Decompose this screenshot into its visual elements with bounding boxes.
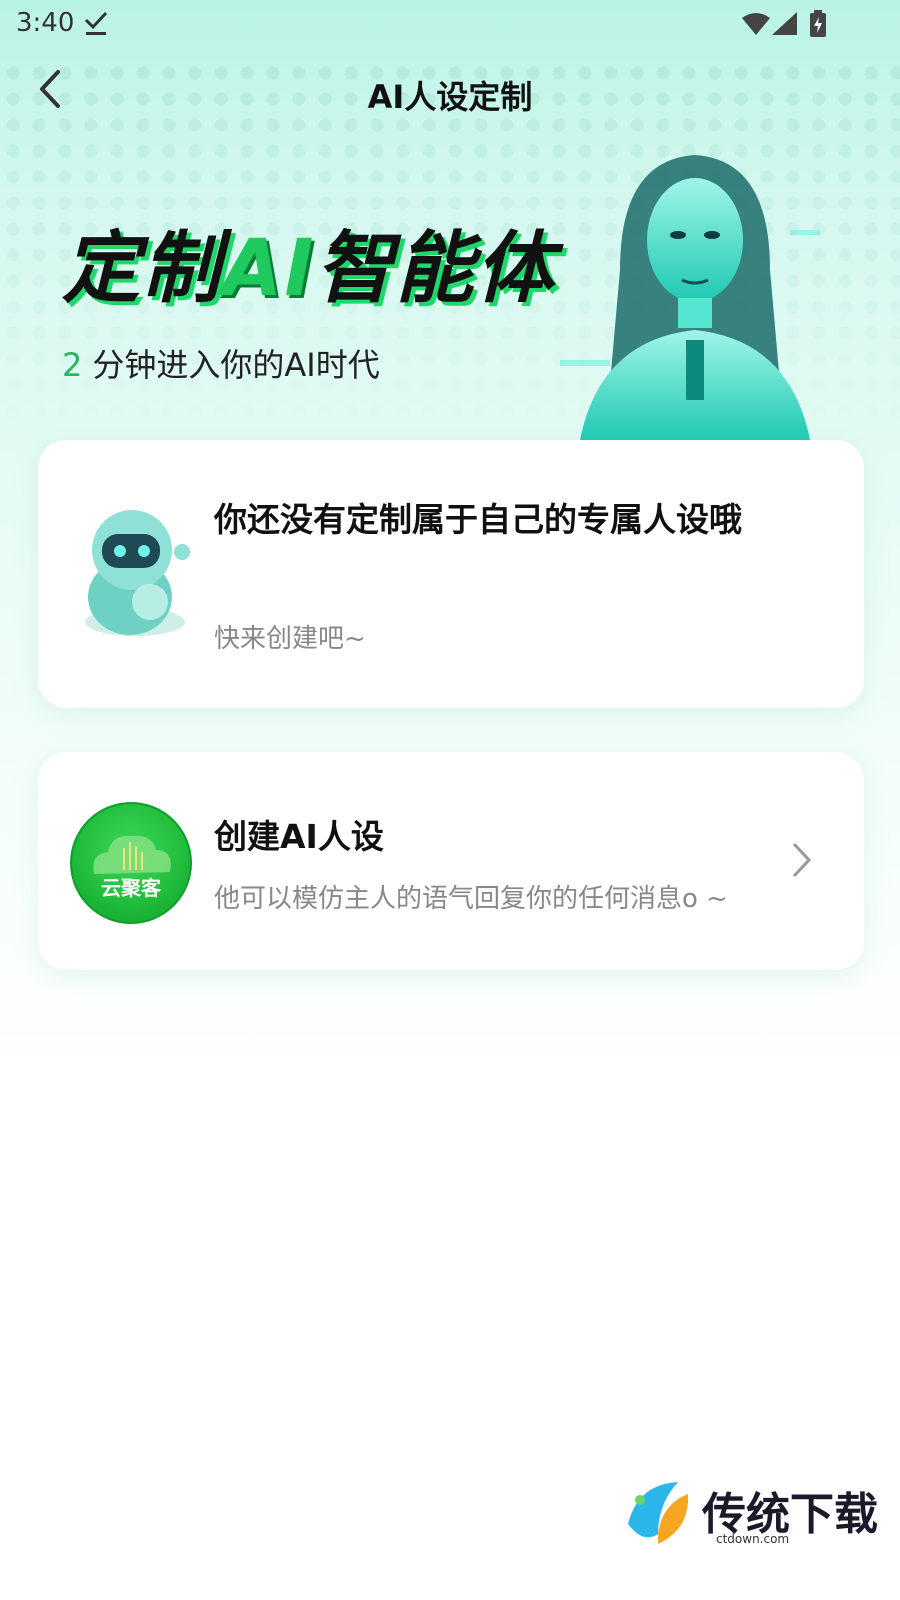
yunjuke-logo: 云聚客: [70, 802, 192, 924]
create-persona-title: 创建AI人设: [214, 817, 384, 856]
hero-title-post: 智能体: [315, 224, 556, 314]
cloud-logo-icon: [93, 835, 171, 874]
create-persona-subtitle: 他可以模仿主人的语气回复你的任何消息o ~: [214, 884, 728, 914]
status-time: 3:40: [16, 8, 75, 38]
watermark: 传统下载 ctdown.com: [618, 1474, 878, 1574]
empty-state-subtitle: 快来创建吧~: [214, 624, 366, 654]
status-bar: 3:40: [0, 0, 900, 48]
empty-state-title: 你还没有定制属于自己的专属人设哦: [214, 500, 742, 539]
watermark-url: ctdown.com: [716, 1532, 790, 1546]
hero-title: 定制AI智能体: [62, 206, 555, 318]
logo-text: 云聚客: [101, 876, 161, 900]
robot-mascot-icon: [85, 510, 190, 636]
create-persona-card[interactable]: 云聚客 创建AI人设 他可以模仿主人的语气回复你的任何消息o ~: [38, 752, 864, 970]
hero-subtitle-number: 2: [62, 346, 83, 384]
ai-robot-woman-illustration: [560, 155, 820, 440]
battery-charging-icon: [810, 10, 826, 37]
download-done-icon: [84, 11, 108, 35]
watermark-logo-icon: [628, 1482, 689, 1544]
page-title: AI人设定制: [367, 78, 533, 116]
hero-subtitle-text: 分钟进入你的AI时代: [92, 346, 380, 384]
empty-persona-card: 你还没有定制属于自己的专属人设哦 快来创建吧~: [38, 440, 864, 708]
hero-title-pre: 定制: [62, 224, 223, 314]
hero-title-ai: AI: [222, 224, 316, 314]
chevron-right-icon: [793, 843, 812, 877]
wifi-icon: [742, 13, 770, 35]
signal-icon: [772, 12, 797, 35]
hero-subtitle: 2 分钟进入你的AI时代: [62, 340, 380, 386]
